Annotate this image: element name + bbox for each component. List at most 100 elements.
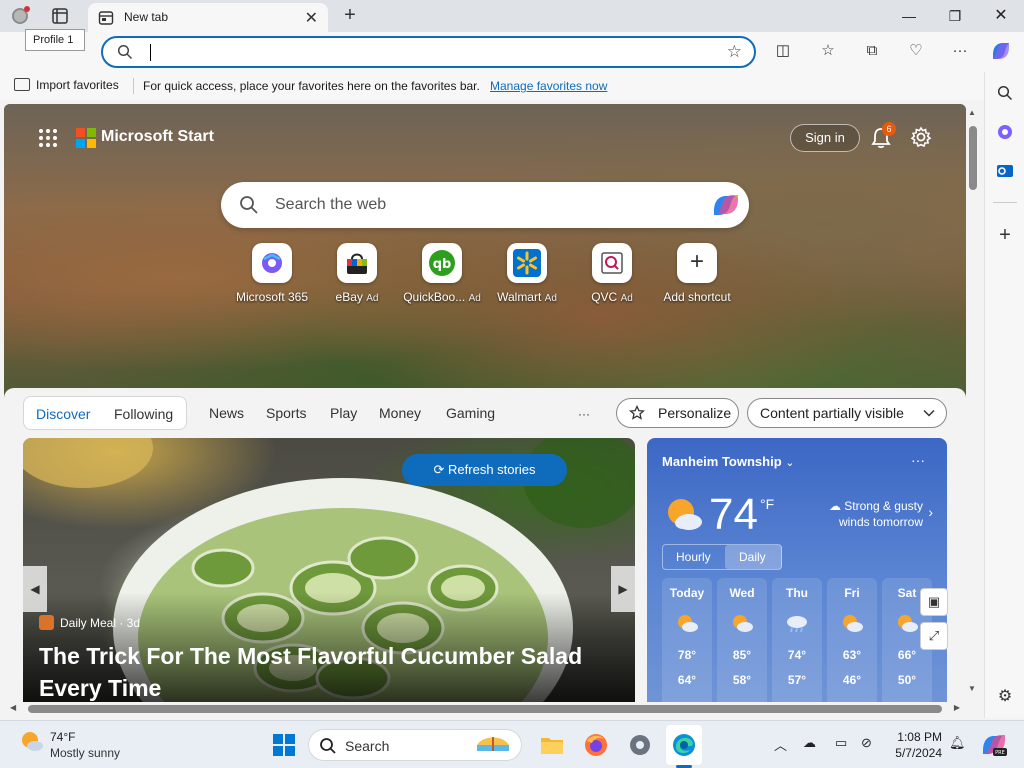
copilot-icon[interactable] bbox=[988, 38, 1014, 64]
forecast-day[interactable]: Thu 74° 57° bbox=[772, 578, 822, 702]
vertical-scrollbar[interactable]: ▲ ▼ bbox=[966, 104, 980, 702]
clock-date: 5/7/2024 bbox=[895, 746, 942, 760]
app-launcher-icon[interactable] bbox=[38, 128, 58, 148]
brand-title: Microsoft Start bbox=[101, 128, 214, 145]
shortcut-quickbooks[interactable]: qb QuickBoo... Ad bbox=[400, 243, 484, 304]
manage-favorites-link[interactable]: Manage favorites now bbox=[490, 79, 607, 93]
scroll-up-arrow-icon[interactable]: ▲ bbox=[968, 108, 976, 117]
sidebar-copilot-icon[interactable] bbox=[992, 119, 1018, 145]
search-icon bbox=[320, 738, 336, 754]
scroll-left-arrow-icon[interactable]: ◀ bbox=[10, 703, 16, 712]
hero-story-card[interactable]: ⟳ Refresh stories ◀ ▶ Daily Meal · 3d Th… bbox=[23, 438, 635, 702]
split-screen-icon[interactable]: ◫ bbox=[770, 38, 796, 64]
daily-toggle[interactable]: Daily bbox=[739, 550, 766, 564]
next-story-button[interactable]: ▶ bbox=[611, 566, 635, 612]
search-icon bbox=[240, 196, 258, 214]
nav-play[interactable]: Play bbox=[330, 405, 357, 421]
sidebar-search-icon[interactable] bbox=[992, 80, 1018, 106]
settings-gear-icon[interactable] bbox=[626, 731, 654, 759]
ad-label: Ad bbox=[366, 293, 379, 304]
new-tab-button[interactable]: + bbox=[340, 4, 360, 26]
temperature-unit[interactable]: °F bbox=[760, 496, 774, 512]
weather-card[interactable]: Manheim Township ⌄ ··· 74 °F ☁ Strong & … bbox=[647, 438, 947, 702]
more-nav-button[interactable]: ··· bbox=[578, 407, 590, 421]
forecast-high: 63° bbox=[842, 648, 862, 662]
nav-sports[interactable]: Sports bbox=[266, 405, 306, 421]
forecast-day[interactable]: Today 78° 64° bbox=[662, 578, 712, 702]
sidebar-add-icon[interactable]: + bbox=[992, 222, 1018, 248]
tab-new-tab[interactable]: New tab ✕ bbox=[88, 3, 328, 32]
address-input[interactable] bbox=[153, 42, 713, 62]
weather-more-options-icon[interactable]: ··· bbox=[911, 452, 925, 468]
expand-icon[interactable]: ⤢ bbox=[920, 622, 948, 650]
system-clock[interactable]: 1:08 PM 5/7/2024 bbox=[892, 729, 942, 761]
forecast-day[interactable]: Fri 63° 46° bbox=[827, 578, 877, 702]
scroll-thumb[interactable] bbox=[969, 126, 977, 190]
restore-button[interactable]: ❐ bbox=[932, 0, 978, 32]
copilot-icon[interactable] bbox=[711, 191, 741, 219]
favorites-icon[interactable]: ☆ bbox=[815, 38, 841, 64]
nav-money[interactable]: Money bbox=[379, 405, 421, 421]
feedback-image-icon[interactable]: ▣ bbox=[920, 588, 948, 616]
refresh-stories-button[interactable]: ⟳ Refresh stories bbox=[402, 454, 567, 486]
onedrive-icon[interactable]: ☁ bbox=[803, 735, 816, 751]
scroll-right-arrow-icon[interactable]: ▶ bbox=[954, 703, 960, 712]
chevron-right-icon[interactable]: › bbox=[928, 504, 933, 520]
shortcut-qvc[interactable]: QVC Ad bbox=[570, 243, 654, 304]
new-tab-favicon-icon bbox=[98, 11, 114, 25]
display-icon[interactable]: ▭ bbox=[835, 735, 847, 751]
sign-in-button[interactable]: Sign in bbox=[790, 124, 860, 152]
divider bbox=[993, 202, 1017, 203]
nav-news[interactable]: News bbox=[209, 405, 244, 421]
favorite-star-icon[interactable]: ☆ bbox=[727, 42, 742, 62]
tab-discover[interactable]: Discover bbox=[36, 406, 90, 422]
browser-essentials-icon[interactable]: ♡ bbox=[903, 38, 929, 64]
web-search-box[interactable] bbox=[221, 182, 749, 228]
import-favorites-label: Import favorites bbox=[36, 78, 119, 92]
add-shortcut-button[interactable]: + Add shortcut bbox=[655, 243, 739, 304]
show-hidden-icons-chevron-icon[interactable]: ︿ bbox=[774, 735, 787, 754]
minimize-button[interactable]: — bbox=[886, 0, 932, 32]
chevron-down-icon bbox=[923, 409, 935, 417]
content-visibility-dropdown[interactable]: Content partially visible bbox=[747, 398, 947, 428]
nav-gaming[interactable]: Gaming bbox=[446, 405, 495, 421]
address-bar[interactable]: ☆ bbox=[101, 36, 756, 68]
copilot-preview-icon[interactable]: PRE bbox=[980, 731, 1008, 759]
weather-alert[interactable]: ☁ Strong & gusty winds tomorrow bbox=[811, 498, 923, 530]
file-explorer-icon[interactable] bbox=[538, 731, 566, 759]
sidebar-settings-icon[interactable]: ⚙ bbox=[992, 684, 1018, 710]
collections-icon[interactable]: ⧉ bbox=[859, 38, 885, 64]
web-search-input[interactable] bbox=[275, 194, 695, 216]
firefox-icon[interactable] bbox=[582, 731, 610, 759]
network-icon[interactable]: ⊘ bbox=[861, 735, 872, 751]
close-window-button[interactable]: ✕ bbox=[978, 0, 1024, 32]
forecast-low: 46° bbox=[842, 673, 862, 687]
page-settings-gear-icon[interactable] bbox=[910, 126, 932, 148]
weather-location[interactable]: Manheim Township ⌄ bbox=[662, 454, 795, 469]
taskbar-weather-widget[interactable]: 74°F Mostly sunny bbox=[20, 729, 120, 760]
story-headline[interactable]: The Trick For The Most Flavorful Cucumbe… bbox=[39, 640, 599, 702]
forecast-day[interactable]: Wed 85° 58° bbox=[717, 578, 767, 702]
hourly-toggle[interactable]: Hourly bbox=[676, 550, 711, 564]
horizontal-scrollbar[interactable]: ◀ ▶ bbox=[4, 702, 966, 716]
refresh-label: Refresh stories bbox=[448, 462, 536, 477]
close-tab-icon[interactable]: ✕ bbox=[305, 8, 318, 28]
profile-button[interactable] bbox=[8, 5, 32, 27]
personalize-button[interactable]: Personalize bbox=[616, 398, 739, 428]
search-highlight-icon bbox=[477, 737, 509, 751]
shortcut-microsoft-365[interactable]: Microsoft 365 bbox=[230, 243, 314, 304]
windows-start-icon[interactable] bbox=[270, 731, 298, 759]
sidebar-outlook-icon[interactable] bbox=[992, 158, 1018, 184]
previous-story-button[interactable]: ◀ bbox=[23, 566, 47, 612]
shortcut-walmart[interactable]: Walmart Ad bbox=[485, 243, 569, 304]
scroll-thumb[interactable] bbox=[28, 705, 942, 713]
edge-browser-icon[interactable] bbox=[670, 731, 698, 759]
shortcut-ebay[interactable]: eBay Ad bbox=[315, 243, 399, 304]
notification-bell-icon[interactable]: 🔔︎ bbox=[949, 735, 966, 751]
scroll-down-arrow-icon[interactable]: ▼ bbox=[968, 684, 976, 693]
taskbar-search[interactable]: Search bbox=[308, 729, 522, 761]
import-favorites-button[interactable]: Import favorites bbox=[14, 78, 119, 92]
tab-following[interactable]: Following bbox=[114, 406, 173, 422]
tab-actions-icon[interactable] bbox=[48, 6, 72, 26]
settings-and-more-icon[interactable]: ··· bbox=[947, 38, 973, 64]
